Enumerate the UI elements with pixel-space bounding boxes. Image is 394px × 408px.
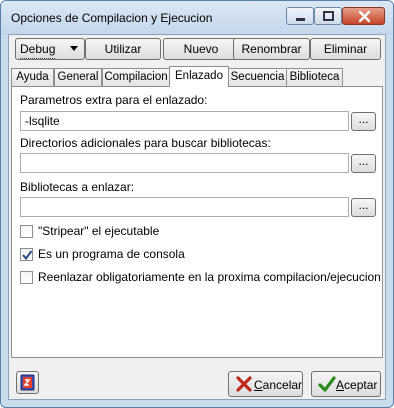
close-icon	[358, 10, 371, 23]
check-icon	[318, 376, 336, 392]
eliminar-button[interactable]: Eliminar	[310, 38, 381, 60]
minimize-button[interactable]	[286, 7, 314, 25]
window-title: Opciones de Compilacion y Ejecucion	[11, 11, 213, 25]
relink-label: Reenlazar obligatoriamente en la proxima…	[38, 270, 381, 284]
console-label: Es un programa de consola	[38, 247, 185, 261]
maximize-icon	[323, 11, 334, 21]
accept-label: Aceptar	[336, 378, 378, 392]
profile-dropdown[interactable]: Debug	[15, 38, 85, 60]
extra-params-label: Parametros extra para el enlazado:	[20, 93, 208, 107]
tab-biblioteca[interactable]: Biblioteca	[286, 68, 343, 86]
renombrar-button[interactable]: Renombrar	[233, 38, 310, 60]
minimize-icon	[296, 18, 305, 21]
tab-strip: Ayuda General Compilacion Enlazado Secue…	[9, 66, 387, 87]
close-button[interactable]	[342, 7, 385, 25]
tab-compilacion[interactable]: Compilacion	[102, 68, 170, 86]
help-book-icon	[20, 374, 35, 391]
tab-ayuda[interactable]: Ayuda	[11, 68, 54, 86]
libs-browse-button[interactable]: ...	[351, 198, 376, 217]
check-mark-icon	[22, 250, 33, 261]
dialog-body: Debug Utilizar Nuevo Renombrar Eliminar …	[8, 34, 386, 400]
libs-input[interactable]	[20, 197, 349, 217]
title-bar[interactable]: Opciones de Compilacion y Ejecucion	[1, 1, 393, 35]
cancel-label: Cancelar	[254, 378, 303, 392]
nuevo-button[interactable]: Nuevo	[163, 38, 239, 60]
extra-params-browse-button[interactable]: ...	[351, 112, 376, 131]
chevron-down-icon	[70, 46, 78, 51]
relink-checkbox[interactable]	[20, 271, 33, 284]
cancel-button[interactable]: Cancelar	[228, 371, 303, 397]
strip-checkbox[interactable]	[20, 225, 33, 238]
maximize-button[interactable]	[314, 7, 342, 25]
tab-enlazado[interactable]: Enlazado	[169, 66, 229, 87]
lib-dirs-input[interactable]	[20, 153, 349, 173]
extra-params-input[interactable]: -lsqlite	[20, 111, 349, 131]
cancel-x-icon	[236, 376, 252, 392]
enlazado-panel: Parametros extra para el enlazado: -lsql…	[11, 86, 383, 358]
libs-label: Bibliotecas a enlazar:	[20, 180, 135, 194]
console-checkbox[interactable]	[20, 248, 33, 261]
lib-dirs-browse-button[interactable]: ...	[351, 154, 376, 173]
utilizar-button[interactable]: Utilizar	[85, 38, 161, 60]
options-dialog: Opciones de Compilacion y Ejecucion Debu…	[0, 0, 394, 408]
lib-dirs-label: Directorios adicionales para buscar bibl…	[20, 136, 271, 150]
profile-selected: Debug	[20, 40, 56, 59]
strip-label: "Stripear" el ejecutable	[38, 224, 160, 238]
tab-general[interactable]: General	[54, 68, 102, 86]
accept-button[interactable]: Aceptar	[311, 371, 381, 397]
help-button[interactable]	[16, 371, 39, 394]
tab-secuencia[interactable]: Secuencia	[228, 68, 287, 86]
